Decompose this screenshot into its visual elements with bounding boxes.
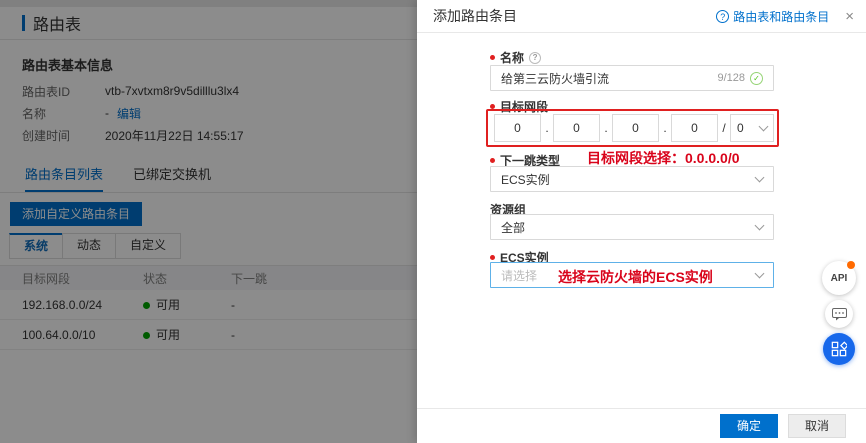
octet-separator: . bbox=[659, 121, 671, 135]
mask-dropdown[interactable]: 0 bbox=[730, 114, 774, 142]
feedback-fab-button[interactable] bbox=[825, 300, 853, 328]
octet-input-2[interactable]: 0 bbox=[553, 114, 600, 142]
chevron-down-icon bbox=[759, 122, 769, 132]
dim-overlay bbox=[0, 0, 417, 443]
cancel-button[interactable]: 取消 bbox=[788, 414, 846, 438]
next-hop-type-value: ECS实例 bbox=[501, 171, 756, 188]
chevron-down-icon bbox=[755, 221, 765, 231]
confirm-button[interactable]: 确定 bbox=[720, 414, 778, 438]
required-bullet-icon bbox=[490, 255, 495, 260]
drawer-header: 添加路由条目 ? 路由表和路由条目 × bbox=[417, 0, 866, 33]
notification-dot-icon bbox=[847, 261, 855, 269]
name-input[interactable]: 给第三云防火墙引流 9/128 ✓ bbox=[490, 65, 774, 91]
cidr-annotation-text: 目标网段选择：0.0.0.0/0 bbox=[587, 148, 740, 168]
chat-icon bbox=[832, 308, 847, 321]
close-icon[interactable]: × bbox=[845, 8, 854, 25]
drawer-title: 添加路由条目 bbox=[433, 6, 517, 26]
page: 路由表 路由表基本信息 路由表ID vtb-7xvtxm8r9v5dilllu3… bbox=[0, 0, 866, 443]
drawer-footer: 确定 取消 bbox=[417, 408, 866, 443]
app-grid-icon bbox=[831, 341, 847, 357]
resource-group-select[interactable]: 全部 bbox=[490, 214, 774, 240]
required-bullet-icon bbox=[490, 55, 495, 60]
resource-group-value: 全部 bbox=[501, 219, 756, 236]
drawer-header-actions: ? 路由表和路由条目 × bbox=[716, 0, 854, 33]
ecs-annotation-text: 选择云防火墙的ECS实例 bbox=[558, 267, 713, 287]
dest-cidr-inputs: 0 . 0 . 0 . 0 / 0 bbox=[494, 114, 774, 142]
octet-input-3[interactable]: 0 bbox=[612, 114, 659, 142]
octet-separator: . bbox=[541, 121, 553, 135]
help-circle-icon: ? bbox=[716, 10, 729, 23]
name-label: 名称 bbox=[500, 49, 524, 66]
octet-separator: . bbox=[600, 121, 612, 135]
name-help-icon[interactable]: ? bbox=[529, 52, 541, 64]
api-fab-button[interactable]: API bbox=[822, 261, 856, 295]
name-input-value: 给第三云防火墙引流 bbox=[501, 70, 717, 87]
help-doc-link[interactable]: 路由表和路由条目 bbox=[733, 8, 829, 25]
valid-check-icon: ✓ bbox=[750, 72, 763, 85]
octet-input-4[interactable]: 0 bbox=[671, 114, 718, 142]
add-route-entry-drawer: 添加路由条目 ? 路由表和路由条目 × 名称 ? 给第三云防火墙引流 9/128… bbox=[417, 0, 866, 443]
mask-value: 0 bbox=[737, 121, 744, 135]
chevron-down-icon bbox=[755, 173, 765, 183]
next-hop-type-select[interactable]: ECS实例 bbox=[490, 166, 774, 192]
api-label: API bbox=[831, 273, 848, 284]
octet-input-1[interactable]: 0 bbox=[494, 114, 541, 142]
apps-fab-button[interactable] bbox=[823, 333, 855, 365]
name-field-label-row: 名称 ? bbox=[490, 49, 541, 66]
mask-separator: / bbox=[718, 121, 730, 135]
required-bullet-icon bbox=[490, 158, 495, 163]
chevron-down-icon bbox=[755, 269, 765, 279]
char-counter: 9/128 bbox=[717, 72, 745, 84]
